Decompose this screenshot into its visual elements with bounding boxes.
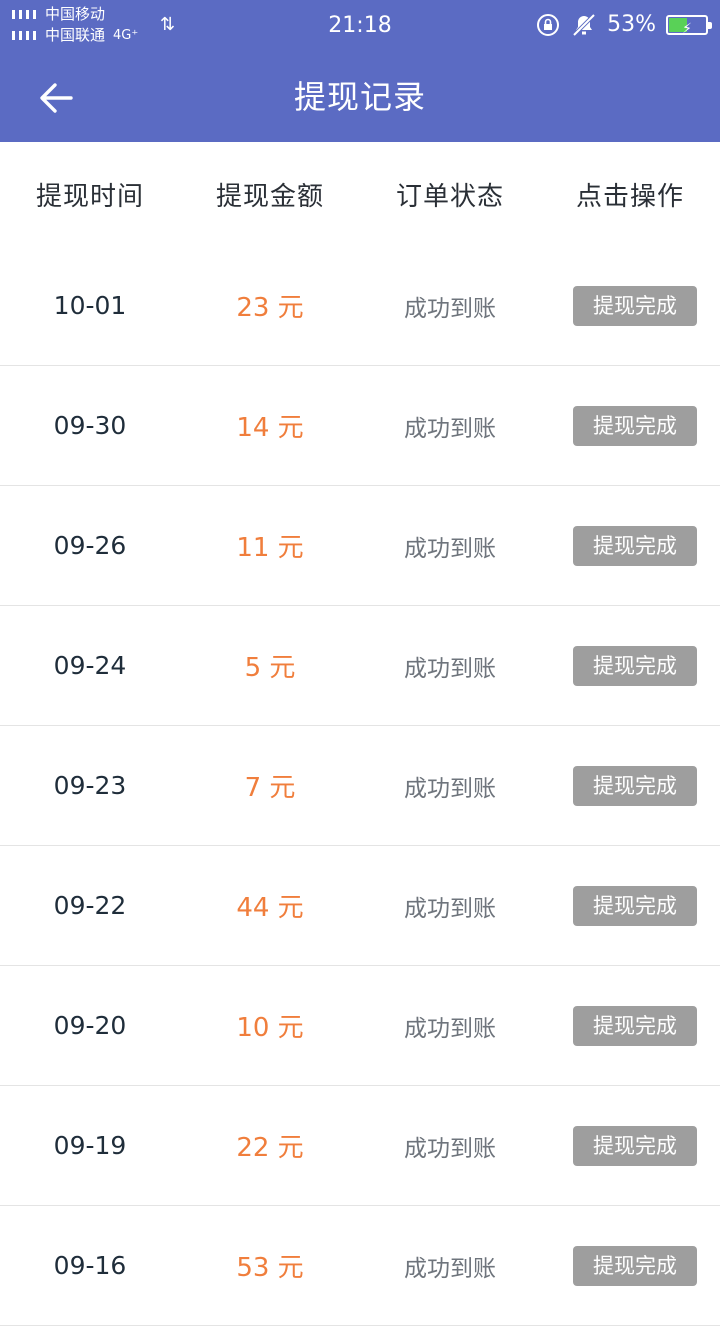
row-action-cell: 提现完成 — [540, 285, 720, 326]
table-header: 提现时间 提现金额 订单状态 点击操作 — [0, 142, 720, 246]
table-row: 10-01 23 元 成功到账 提现完成 — [0, 246, 720, 366]
row-amount: 7 元 — [244, 773, 296, 803]
table-row: 09-16 53 元 成功到账 提现完成 — [0, 1206, 720, 1326]
row-action-cell: 提现完成 — [540, 1125, 720, 1166]
row-status: 成功到账 — [404, 1135, 496, 1162]
table-row: 09-22 44 元 成功到账 提现完成 — [0, 846, 720, 966]
row-amount: 44 元 — [236, 893, 304, 923]
table-row: 09-23 7 元 成功到账 提现完成 — [0, 726, 720, 846]
row-action-cell: 提现完成 — [540, 1005, 720, 1046]
column-header-amount: 提现金额 — [215, 181, 324, 212]
status-bar: 中国移动 中国联通 4G⁺ ⇅ 21:18 53% ⚡ — [0, 0, 720, 52]
row-amount: 14 元 — [236, 413, 304, 443]
withdraw-complete-button[interactable]: 提现完成 — [573, 765, 697, 806]
row-action-cell: 提现完成 — [540, 645, 720, 686]
column-header-status: 订单状态 — [395, 181, 504, 212]
status-time: 21:18 — [328, 13, 392, 38]
row-date: 09-20 — [53, 1011, 127, 1040]
withdraw-complete-button[interactable]: 提现完成 — [573, 1125, 697, 1166]
carrier-row-1: 中国移动 — [12, 4, 138, 25]
row-date: 09-24 — [53, 651, 127, 680]
row-amount: 23 元 — [236, 293, 304, 323]
row-amount: 5 元 — [244, 653, 296, 683]
data-activity-icon: ⇅ — [160, 14, 176, 35]
withdraw-complete-button[interactable]: 提现完成 — [573, 1005, 697, 1046]
row-date: 09-23 — [53, 771, 127, 800]
withdraw-complete-button[interactable]: 提现完成 — [573, 885, 697, 926]
column-header-action: 点击操作 — [575, 181, 684, 212]
row-date: 09-19 — [53, 1131, 127, 1160]
row-date: 09-26 — [53, 531, 127, 560]
withdraw-complete-button[interactable]: 提现完成 — [573, 525, 697, 566]
battery-percent-label: 53% — [607, 12, 656, 37]
row-date: 09-30 — [53, 411, 127, 440]
carrier-1-label: 中国移动 — [45, 5, 106, 23]
row-date: 09-22 — [53, 891, 127, 920]
row-amount: 10 元 — [236, 1013, 304, 1043]
rotation-lock-icon — [535, 12, 561, 38]
withdraw-complete-button[interactable]: 提现完成 — [573, 645, 697, 686]
row-status: 成功到账 — [404, 1255, 496, 1282]
page-title: 提现记录 — [293, 78, 426, 116]
network-type-label: 4G⁺ — [113, 28, 139, 43]
row-action-cell: 提现完成 — [540, 765, 720, 806]
row-amount: 53 元 — [236, 1253, 304, 1283]
row-status: 成功到账 — [404, 295, 496, 322]
table-row: 09-20 10 元 成功到账 提现完成 — [0, 966, 720, 1086]
table-row: 09-24 5 元 成功到账 提现完成 — [0, 606, 720, 726]
row-status: 成功到账 — [404, 535, 496, 562]
row-status: 成功到账 — [404, 415, 496, 442]
carrier-2-label: 中国联通 — [45, 26, 106, 44]
row-amount: 22 元 — [236, 1133, 304, 1163]
app-header: 中国移动 中国联通 4G⁺ ⇅ 21:18 53% ⚡ 提现记录 — [0, 0, 720, 142]
signal-icon — [12, 31, 36, 40]
table-row: 09-30 14 元 成功到账 提现完成 — [0, 366, 720, 486]
row-status: 成功到账 — [404, 775, 496, 802]
column-header-time: 提现时间 — [35, 181, 144, 212]
mute-icon — [571, 12, 597, 38]
status-icons: 53% ⚡ — [535, 10, 712, 40]
battery-charging-icon: ⚡ — [666, 15, 712, 37]
charging-bolt-icon: ⚡ — [682, 21, 692, 37]
signal-icon — [12, 10, 36, 19]
table-row: 09-26 11 元 成功到账 提现完成 — [0, 486, 720, 606]
row-status: 成功到账 — [404, 655, 496, 682]
carrier-info: 中国移动 中国联通 4G⁺ — [12, 4, 138, 46]
carrier-row-2: 中国联通 4G⁺ — [12, 25, 138, 46]
row-action-cell: 提现完成 — [540, 405, 720, 446]
row-date: 09-16 — [53, 1251, 127, 1280]
row-action-cell: 提现完成 — [540, 885, 720, 926]
withdraw-complete-button[interactable]: 提现完成 — [573, 405, 697, 446]
withdraw-complete-button[interactable]: 提现完成 — [573, 285, 697, 326]
row-status: 成功到账 — [404, 895, 496, 922]
row-amount: 11 元 — [236, 533, 304, 563]
row-status: 成功到账 — [404, 1015, 496, 1042]
table-row: 09-19 22 元 成功到账 提现完成 — [0, 1086, 720, 1206]
row-date: 10-01 — [53, 291, 127, 320]
withdrawal-list: 10-01 23 元 成功到账 提现完成 09-30 14 元 成功到账 提现完… — [0, 246, 720, 1326]
row-action-cell: 提现完成 — [540, 525, 720, 566]
